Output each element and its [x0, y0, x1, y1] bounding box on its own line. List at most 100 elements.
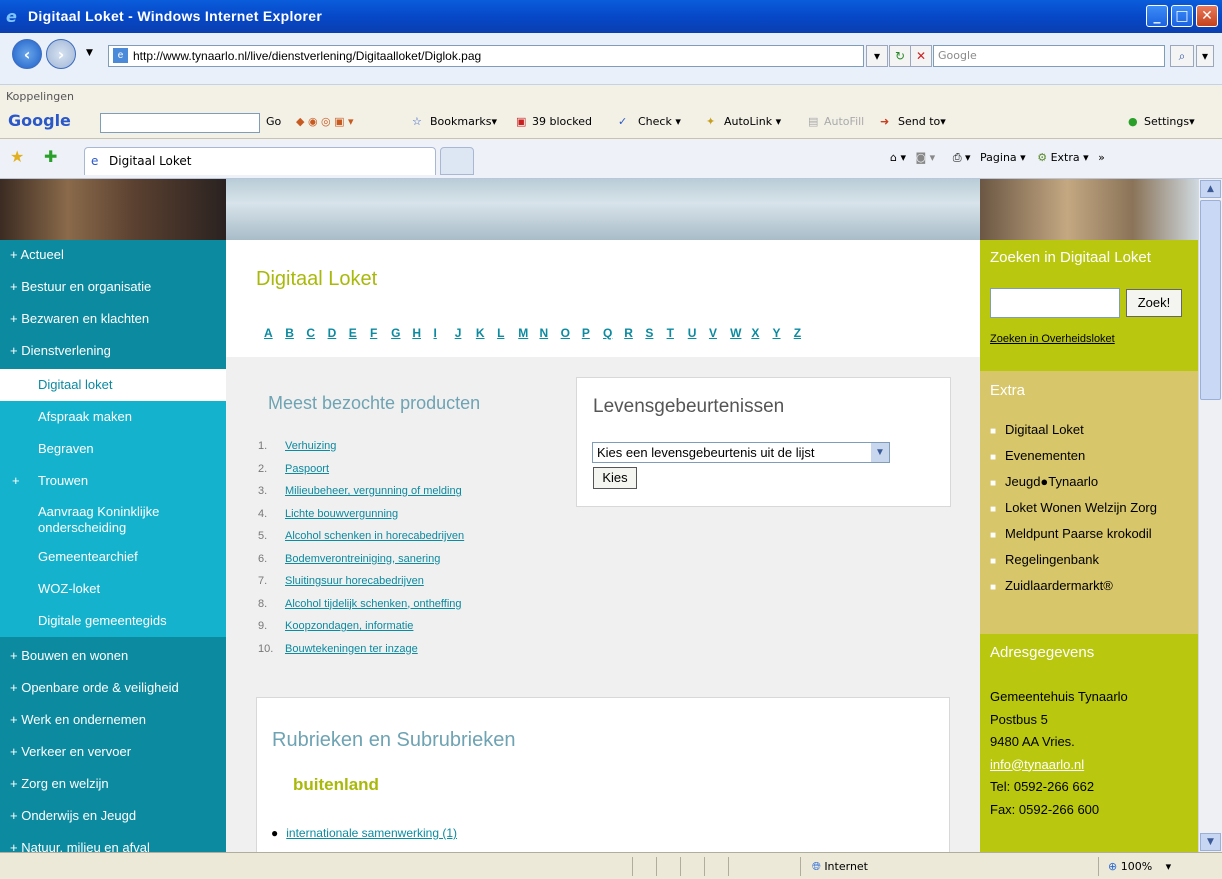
send-to-button[interactable]: Send to▾ [898, 115, 946, 128]
refresh-button[interactable]: ↻ [889, 45, 911, 67]
address-input[interactable]: e http://www.tynaarlo.nl/live/dienstverl… [108, 45, 864, 67]
security-zone[interactable]: 🌐︎ Internet [812, 860, 868, 874]
nav-item-bezwaren[interactable]: + Bezwaren en klachten [0, 308, 226, 340]
print-icon[interactable]: ⎙ ▾ [953, 151, 971, 164]
maximize-button[interactable]: □ [1171, 5, 1193, 27]
alpha-link-c[interactable]: C [306, 326, 327, 340]
tools-menu-button[interactable]: Extra ▾ [1051, 151, 1089, 164]
alpha-link-y[interactable]: Y [773, 326, 794, 340]
life-events-select[interactable]: Kies een levensgebeurtenis uit de lijst … [592, 442, 890, 463]
scroll-down-icon[interactable]: ▼ [1200, 833, 1221, 851]
alpha-link-n[interactable]: N [539, 326, 560, 340]
bookmarks-button[interactable]: Bookmarks▾ [430, 115, 497, 128]
popular-link[interactable]: Sluitingsuur horecabedrijven [285, 575, 424, 587]
popup-blocked-count[interactable]: 39 blocked [532, 115, 592, 128]
close-button[interactable]: ✕ [1196, 5, 1218, 27]
alpha-link-p[interactable]: P [582, 326, 603, 340]
popular-link[interactable]: Paspoort [285, 463, 329, 475]
nav-item-dienstverlening[interactable]: + Dienstverlening [0, 340, 226, 372]
extra-link[interactable]: Jeugd●Tynaarlo [1005, 474, 1098, 489]
nav-item-bouwen[interactable]: + Bouwen en wonen [0, 645, 226, 677]
popular-link[interactable]: Bodemverontreiniging, sanering [285, 553, 440, 565]
page-menu-button[interactable]: Pagina ▾ [980, 151, 1026, 164]
nav-item-koninklijke[interactable]: Aanvraag Koninklijke onderscheiding [0, 497, 226, 541]
nav-item-verkeer[interactable]: + Verkeer en vervoer [0, 741, 226, 773]
choose-button[interactable]: Kies [593, 467, 637, 489]
history-dropdown-icon[interactable]: ▼ [86, 48, 93, 58]
more-chevron-icon[interactable]: » [1098, 151, 1105, 164]
address-dropdown-button[interactable]: ▾ [866, 45, 888, 67]
alpha-link-s[interactable]: S [645, 326, 666, 340]
alpha-link-r[interactable]: R [624, 326, 645, 340]
alpha-link-i[interactable]: I [434, 326, 455, 340]
alpha-link-l[interactable]: L [497, 326, 518, 340]
popular-link[interactable]: Lichte bouwvergunning [285, 508, 398, 520]
alpha-link-v[interactable]: V [709, 326, 730, 340]
new-tab-button[interactable] [440, 147, 474, 175]
search-button[interactable]: Zoek! [1126, 289, 1182, 317]
autofill-button[interactable]: AutoFill [824, 115, 864, 128]
chevron-down-icon[interactable]: ▼ [871, 443, 889, 462]
nav-item-gemeentegids[interactable]: Digitale gemeentegids [0, 605, 226, 637]
zoom-control[interactable]: ⊕ 100% ▾ [1108, 860, 1171, 873]
minimize-button[interactable]: _ [1146, 5, 1168, 27]
extra-link[interactable]: Digitaal Loket [1005, 422, 1084, 437]
popular-link[interactable]: Milieubeheer, vergunning of melding [285, 485, 462, 497]
extra-link[interactable]: Meldpunt Paarse krokodil [1005, 526, 1152, 541]
alpha-link-o[interactable]: O [561, 326, 582, 340]
alpha-link-m[interactable]: M [518, 326, 539, 340]
alpha-link-u[interactable]: U [688, 326, 709, 340]
tab-digitaal-loket[interactable]: e Digitaal Loket [84, 147, 436, 175]
popular-link[interactable]: Verhuizing [285, 440, 336, 452]
alpha-link-b[interactable]: B [285, 326, 306, 340]
alpha-link-d[interactable]: D [328, 326, 349, 340]
add-favorites-icon[interactable]: ✚ [44, 147, 57, 166]
feeds-icon[interactable]: ◙ ▾ [916, 151, 936, 164]
spellcheck-button[interactable]: Check ▾ [638, 115, 681, 128]
nav-item-actueel[interactable]: + Actueel [0, 244, 226, 276]
alpha-link-z[interactable]: Z [794, 326, 815, 340]
nav-item-woz[interactable]: WOZ-loket [0, 573, 226, 605]
site-search-input[interactable] [990, 288, 1120, 318]
alpha-link-e[interactable]: E [349, 326, 370, 340]
alpha-link-f[interactable]: F [370, 326, 391, 340]
nav-item-begraven[interactable]: Begraven [0, 433, 226, 465]
email-link[interactable]: info@tynaarlo.nl [990, 754, 1128, 777]
home-icon[interactable]: ⌂ ▾ [890, 151, 906, 164]
scrollbar-thumb[interactable] [1200, 200, 1221, 400]
autolink-button[interactable]: AutoLink ▾ [724, 115, 781, 128]
nav-item-natuur[interactable]: + Natuur, milieu en afval [0, 837, 226, 852]
extra-link[interactable]: Regelingenbank [1005, 552, 1099, 567]
alpha-link-g[interactable]: G [391, 326, 412, 340]
nav-item-gemeentearchief[interactable]: Gemeentearchief [0, 541, 226, 573]
back-button[interactable]: ‹ [12, 39, 42, 69]
alpha-link-h[interactable]: H [412, 326, 433, 340]
toolbar-icons[interactable]: ◆ ◉ ◎ ▣ ▾ [296, 115, 354, 128]
popular-link[interactable]: Alcohol tijdelijk schenken, ontheffing [285, 598, 462, 610]
alpha-link-w[interactable]: W [730, 326, 751, 340]
vertical-scrollbar[interactable]: ▲ ▼ [1198, 179, 1222, 852]
google-logo[interactable]: Google [8, 111, 71, 130]
search-options-button[interactable]: ▾ [1196, 45, 1214, 67]
nav-item-afspraak[interactable]: Afspraak maken [0, 401, 226, 433]
favorites-star-icon[interactable]: ★ [10, 147, 24, 166]
nav-item-trouwen[interactable]: + Trouwen [0, 465, 226, 497]
alpha-link-j[interactable]: J [455, 326, 476, 340]
nav-item-openbare-orde[interactable]: + Openbare orde & veiligheid [0, 677, 226, 709]
nav-item-onderwijs[interactable]: + Onderwijs en Jeugd [0, 805, 226, 837]
overheidsloket-link[interactable]: Zoeken in Overheidsloket [990, 333, 1115, 345]
google-go-button[interactable]: Go [266, 115, 281, 128]
alpha-link-t[interactable]: T [667, 326, 688, 340]
extra-link[interactable]: Zuidlaardermarkt® [1005, 578, 1113, 593]
alpha-link-a[interactable]: A [264, 326, 285, 340]
google-search-input[interactable] [100, 113, 260, 133]
nav-item-zorg[interactable]: + Zorg en welzijn [0, 773, 226, 805]
popular-link[interactable]: Bouwtekeningen ter inzage [285, 643, 418, 655]
scroll-up-icon[interactable]: ▲ [1200, 180, 1221, 198]
category-link[interactable]: internationale samenwerking (1) [286, 826, 457, 840]
nav-item-bestuur[interactable]: + Bestuur en organisatie [0, 276, 226, 308]
search-icon[interactable]: ⌕ [1170, 45, 1194, 67]
search-input[interactable]: Google [933, 45, 1165, 67]
stop-button[interactable]: ✕ [910, 45, 932, 67]
alpha-link-k[interactable]: K [476, 326, 497, 340]
